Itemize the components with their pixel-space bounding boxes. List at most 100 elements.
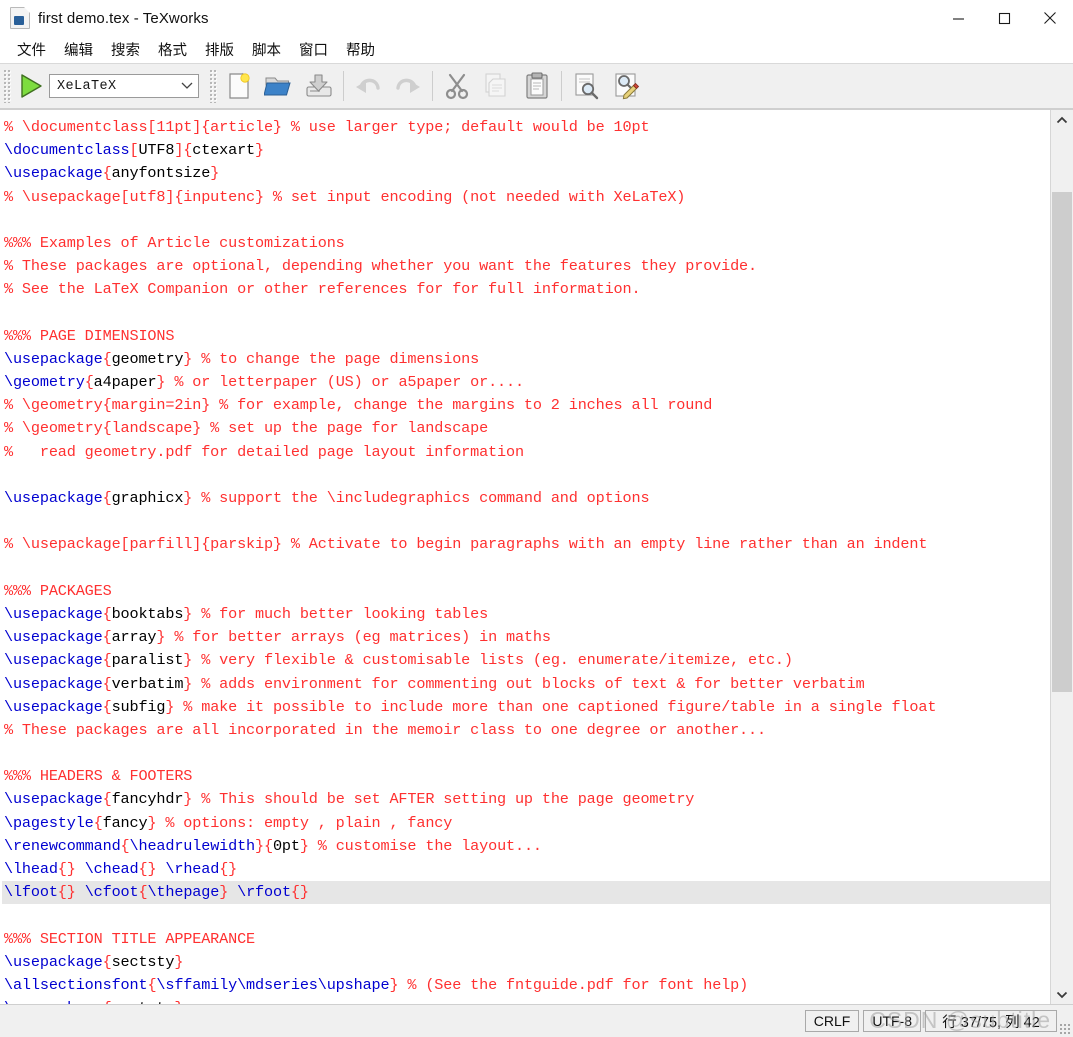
save-file-button[interactable] bbox=[299, 68, 339, 104]
code-line[interactable]: %%% PACKAGES bbox=[2, 580, 1050, 603]
toolbar-drag-handle-2[interactable] bbox=[209, 69, 217, 103]
code-line[interactable]: \lfoot{} \cfoot{\thepage} \rfoot{} bbox=[2, 881, 1050, 905]
toolbar-drag-handle-1[interactable] bbox=[3, 69, 11, 103]
code-line[interactable]: \usepackage{anyfontsize} bbox=[2, 162, 1050, 185]
paste-button[interactable] bbox=[517, 68, 557, 104]
edit-toolbar-group bbox=[219, 65, 646, 107]
code-line[interactable]: % \documentclass[11pt]{article} % use la… bbox=[2, 116, 1050, 139]
code-token: } bbox=[183, 604, 193, 623]
code-line[interactable]: \usepackage{verbatim} % adds environment… bbox=[2, 673, 1050, 696]
scroll-up-arrow[interactable] bbox=[1051, 110, 1073, 130]
code-line[interactable]: %%% PAGE DIMENSIONS bbox=[2, 325, 1050, 348]
new-document-button[interactable] bbox=[219, 68, 259, 104]
maximize-button[interactable] bbox=[981, 0, 1027, 36]
code-line[interactable]: %%% Examples of Article customizations bbox=[2, 232, 1050, 255]
menu-format[interactable]: 格式 bbox=[149, 37, 196, 62]
code-line[interactable]: %%% SECTION TITLE APPEARANCE bbox=[2, 928, 1050, 951]
code-line[interactable]: \usepackage{sectsty} bbox=[2, 951, 1050, 974]
cut-button[interactable] bbox=[437, 68, 477, 104]
code-line[interactable] bbox=[2, 209, 1050, 232]
code-line[interactable] bbox=[2, 904, 1050, 927]
code-line[interactable]: \documentclass[UTF8]{ctexart} bbox=[2, 139, 1050, 162]
code-token: \cfoot bbox=[84, 883, 139, 902]
menu-file[interactable]: 文件 bbox=[8, 37, 55, 62]
code-line[interactable]: \renewcommand{\headrulewidth}{0pt} % cus… bbox=[2, 835, 1050, 858]
minimize-button[interactable] bbox=[935, 0, 981, 36]
replace-button[interactable] bbox=[606, 68, 646, 104]
scrollbar-thumb[interactable] bbox=[1052, 192, 1072, 692]
scroll-down-arrow[interactable] bbox=[1051, 984, 1073, 1004]
code-token: {} bbox=[138, 860, 157, 878]
code-line[interactable]: % \usepackage[parfill]{parskip} % Activa… bbox=[2, 533, 1050, 556]
code-token: { bbox=[102, 674, 112, 693]
code-line[interactable]: % \geometry{margin=2in} % for example, c… bbox=[2, 394, 1050, 417]
code-line[interactable]: \usepackage{fancyhdr} % This should be s… bbox=[2, 788, 1050, 811]
code-line[interactable]: \usepackage{subfig} % make it possible t… bbox=[2, 696, 1050, 719]
vertical-scrollbar[interactable] bbox=[1050, 110, 1073, 1004]
menu-typeset[interactable]: 排版 bbox=[196, 37, 243, 62]
copy-button[interactable] bbox=[477, 68, 517, 104]
code-line[interactable]: \usepackage{paralist} % very flexible & … bbox=[2, 649, 1050, 672]
code-line[interactable]: % \usepackage[utf8]{inputenc} % set inpu… bbox=[2, 186, 1050, 209]
code-line[interactable]: \usepackage{booktabs} % for much better … bbox=[2, 603, 1050, 626]
code-line[interactable] bbox=[2, 464, 1050, 487]
code-line[interactable]: \lhead{} \chead{} \rhead{} bbox=[2, 858, 1050, 881]
code-token: array bbox=[111, 628, 157, 647]
redo-button[interactable] bbox=[388, 68, 428, 104]
code-token: \rhead bbox=[165, 860, 220, 878]
resize-grip[interactable] bbox=[1059, 1023, 1071, 1035]
menu-window[interactable]: 窗口 bbox=[290, 37, 337, 62]
code-token: { bbox=[102, 349, 112, 368]
code-line[interactable]: % read geometry.pdf for detailed page la… bbox=[2, 441, 1050, 464]
code-token: { bbox=[102, 952, 112, 971]
undo-button[interactable] bbox=[348, 68, 388, 104]
code-token: {} bbox=[219, 860, 238, 878]
code-token: % These packages are optional, depending… bbox=[4, 257, 757, 276]
code-token: { bbox=[102, 651, 112, 670]
code-token: { bbox=[84, 373, 94, 392]
encoding-indicator[interactable]: UTF-8 bbox=[863, 1010, 921, 1032]
line-ending-indicator[interactable]: CRLF bbox=[804, 1010, 860, 1032]
tex-document-icon bbox=[10, 7, 30, 29]
menu-help[interactable]: 帮助 bbox=[337, 37, 384, 62]
code-line[interactable] bbox=[2, 302, 1050, 325]
code-line[interactable]: \allsectionsfont{\sffamily\mdseries\upsh… bbox=[2, 974, 1050, 997]
toolbar: XeLaTeX bbox=[0, 64, 1073, 109]
code-line[interactable] bbox=[2, 510, 1050, 533]
code-token: } bbox=[165, 697, 175, 716]
code-line[interactable] bbox=[2, 557, 1050, 580]
code-text-area[interactable]: % \documentclass[11pt]{article} % use la… bbox=[0, 110, 1050, 1004]
code-line[interactable]: \pagestyle{fancy} % options: empty , pla… bbox=[2, 812, 1050, 835]
code-line[interactable]: % These packages are all incorporated in… bbox=[2, 719, 1050, 742]
menu-edit[interactable]: 编辑 bbox=[55, 37, 102, 62]
code-line[interactable]: % \geometry{landscape} % set up the page… bbox=[2, 417, 1050, 440]
code-token: % (See the fntguide.pdf for font help) bbox=[398, 975, 749, 994]
menu-scripts[interactable]: 脚本 bbox=[243, 37, 290, 62]
code-line[interactable]: % See the LaTeX Companion or other refer… bbox=[2, 278, 1050, 301]
find-button[interactable] bbox=[566, 68, 606, 104]
code-line[interactable]: %%% HEADERS & FOOTERS bbox=[2, 765, 1050, 788]
code-line[interactable]: % These packages are optional, depending… bbox=[2, 255, 1050, 278]
code-line[interactable]: \usepackage{graphicx} % support the \inc… bbox=[2, 487, 1050, 510]
window-title: first demo.tex - TeXworks bbox=[38, 9, 209, 27]
scrollbar-track[interactable] bbox=[1051, 130, 1073, 984]
code-line[interactable]: \usepackage{geometry} % to change the pa… bbox=[2, 348, 1050, 371]
typeset-engine-select[interactable]: XeLaTeX bbox=[49, 74, 199, 98]
open-file-button[interactable] bbox=[259, 68, 299, 104]
code-token: \usepackage bbox=[4, 952, 103, 971]
code-token: % \geometry{landscape} % set up the page… bbox=[4, 419, 489, 438]
code-token: % support the \includegraphics command a… bbox=[192, 489, 650, 507]
code-line[interactable]: \geometry{a4paper} % or letterpaper (US)… bbox=[2, 371, 1050, 394]
code-line[interactable]: \usepackage{array} % for better arrays (… bbox=[2, 626, 1050, 649]
code-line[interactable] bbox=[2, 742, 1050, 765]
code-token: \chead bbox=[84, 860, 139, 878]
code-token: graphicx bbox=[111, 489, 184, 507]
code-token: paralist bbox=[111, 651, 184, 670]
code-token: % for better arrays (eg matrices) in mat… bbox=[165, 628, 551, 647]
close-button[interactable] bbox=[1027, 0, 1073, 36]
typeset-engine-value: XeLaTeX bbox=[57, 78, 117, 94]
typeset-play-button[interactable] bbox=[13, 69, 47, 103]
code-line[interactable]: \usepackage{sectsty} bbox=[2, 997, 1050, 1004]
menu-search[interactable]: 搜索 bbox=[102, 37, 149, 62]
code-token: {} bbox=[290, 883, 309, 902]
